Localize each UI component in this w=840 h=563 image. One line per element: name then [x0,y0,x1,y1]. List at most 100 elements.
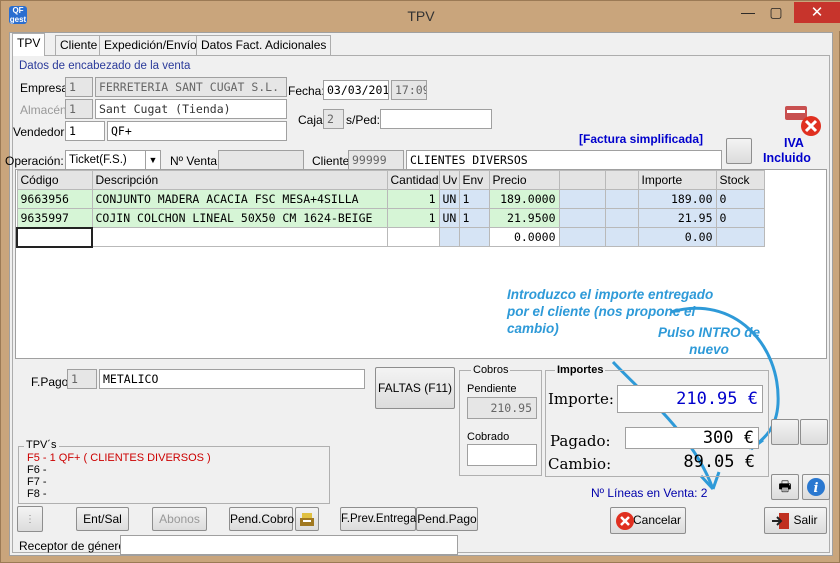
cliente-name-field[interactable]: CLIENTES DIVERSOS [406,150,722,170]
cell-precio[interactable]: 189.0000 [488,189,560,209]
almacen-label: Almacén: [20,103,71,117]
cell-precio[interactable]: 0.0000 [488,227,560,247]
sped-field[interactable] [380,109,492,129]
cell-extra2[interactable] [604,227,639,247]
iva-toggle-button[interactable] [726,138,752,164]
tab-datos-fact[interactable]: Datos Fact. Adicionales [196,35,332,55]
cell-importe[interactable]: 189.00 [637,189,717,209]
cell-descripcion[interactable] [91,227,388,247]
cell-codigo[interactable]: 9663956 [16,189,93,209]
empresa-code-field[interactable]: 1 [65,77,93,97]
pendpago-button[interactable]: Pend.Pago [416,507,478,531]
col-header-extra1[interactable] [558,170,606,190]
cell-extra1[interactable] [558,189,606,209]
cliente-label: Cliente: [312,154,353,168]
fecha-field[interactable]: 03/03/2015 [323,80,389,100]
faltas-button[interactable]: FALTAS (F11) [375,367,455,409]
cliente-code-field[interactable]: 99999 [348,150,404,170]
pendiente-field[interactable]: 210.95 [467,397,537,419]
vendedor-code-field[interactable]: 1 [65,121,105,141]
cell-extra2[interactable] [604,208,639,228]
caja-field[interactable]: 2 [323,109,344,129]
cell-uv[interactable]: UN [438,189,460,209]
cobrado-field[interactable] [467,444,537,466]
cell-extra1[interactable] [558,208,606,228]
fpago-code-field[interactable]: 1 [67,369,97,389]
tpv-line-f8[interactable]: F8 - [27,488,47,500]
fpago-label: F.Pago [31,375,69,389]
table-row[interactable]: 9635997 COJIN COLCHON LINEAL 50X50 CM 162… [16,208,765,228]
cell-extra1[interactable] [558,227,606,247]
cell-stock[interactable]: 0 [715,208,765,228]
prev-entrega-button[interactable]: F.Prev.Entrega [340,507,416,531]
cancelar-button[interactable]: Cancelar [610,507,686,534]
almacen-code-field[interactable]: 1 [65,99,93,119]
abonos-button[interactable]: Abonos [152,507,207,531]
cell-cantidad[interactable]: 1 [386,208,440,228]
nav-left-button[interactable] [771,419,799,445]
col-header-codigo[interactable]: Código [16,170,93,190]
importe-total-field[interactable]: 210.95 € [617,385,763,413]
table-row[interactable]: 9663956 CONJUNTO MADERA ACACIA FSC MESA+4… [16,189,765,209]
col-header-importe[interactable]: Importe [637,170,717,190]
receptor-label: Receptor de género [19,539,126,553]
tab-cliente[interactable]: Cliente [55,35,103,55]
cell-descripcion[interactable]: CONJUNTO MADERA ACACIA FSC MESA+4SILLA [91,189,388,209]
minimize-button[interactable]: — [735,2,761,22]
col-header-env[interactable]: Env [458,170,490,190]
tpv-line-f5[interactable]: F5 - 1 QF+ ( CLIENTES DIVERSOS ) [27,452,211,464]
vendedor-name-field[interactable]: QF+ [107,121,287,141]
receptor-field[interactable] [120,535,458,555]
col-header-uv[interactable]: Uv [438,170,460,190]
pendcobro-button[interactable]: Pend.Cobro [229,507,294,531]
cell-env[interactable] [458,227,490,247]
cell-stock[interactable]: 0 [715,189,765,209]
maximize-button[interactable]: ▢ [763,2,789,22]
empresa-label: Empresa: [20,81,72,95]
empresa-name-field[interactable]: FERRETERIA SANT CUGAT S.L. [95,77,287,97]
cell-descripcion[interactable]: COJIN COLCHON LINEAL 50X50 CM 1624-BEIGE [91,208,388,228]
cell-codigo[interactable]: 9635997 [16,208,93,228]
col-header-stock[interactable]: Stock [715,170,765,190]
cell-uv[interactable]: UN [438,208,460,228]
table-row[interactable]: 0.0000 0.00 [16,226,765,248]
tpv-line-f6[interactable]: F6 - [27,464,47,476]
extra-button[interactable]: ⋮ [17,506,43,532]
cell-cantidad[interactable]: 1 [386,189,440,209]
tab-tpv[interactable]: TPV [12,33,46,56]
col-header-descripcion[interactable]: Descripción [91,170,388,190]
cashbox-button[interactable] [295,507,319,531]
fpago-name-field[interactable]: METALICO [99,369,365,389]
pagado-field[interactable]: 300 € [625,427,759,449]
cell-stock[interactable] [715,227,765,247]
cambio-label: Cambio: [548,455,612,473]
nav-right-button[interactable] [800,419,828,445]
printer-button[interactable]: 🖶 [771,474,799,500]
importes-title: Importes [555,364,606,376]
col-header-extra2[interactable] [604,170,639,190]
entsal-button[interactable]: Ent/Sal [76,507,129,531]
close-window-button[interactable]: ✕ [794,2,840,23]
cell-extra2[interactable] [604,189,639,209]
cell-uv[interactable] [438,227,460,247]
cell-cantidad[interactable] [386,227,440,247]
cancel-icon [616,512,634,530]
info-button[interactable]: i [802,474,830,500]
nventa-field[interactable] [218,150,304,170]
salir-button[interactable]: Salir [764,507,827,534]
cell-importe[interactable]: 21.95 [637,208,717,228]
card-cancel-icon[interactable] [783,102,823,138]
col-header-cantidad[interactable]: Cantidad [386,170,440,190]
cell-importe[interactable]: 0.00 [637,227,717,247]
almacen-name-field[interactable]: Sant Cugat (Tienda) [95,99,287,119]
tpv-line-f7[interactable]: F7 - [27,476,47,488]
operacion-select[interactable]: Ticket(F.S.) ▼ [65,150,161,170]
cell-codigo[interactable] [16,226,93,248]
cell-precio[interactable]: 21.9500 [488,208,560,228]
cell-env[interactable]: 1 [458,189,490,209]
col-header-precio[interactable]: Precio [488,170,560,190]
cell-env[interactable]: 1 [458,208,490,228]
hora-field[interactable]: 17:09 [391,80,427,100]
tab-expedicion[interactable]: Expedición/Envío [99,35,202,55]
window-title: TPV [407,8,435,24]
